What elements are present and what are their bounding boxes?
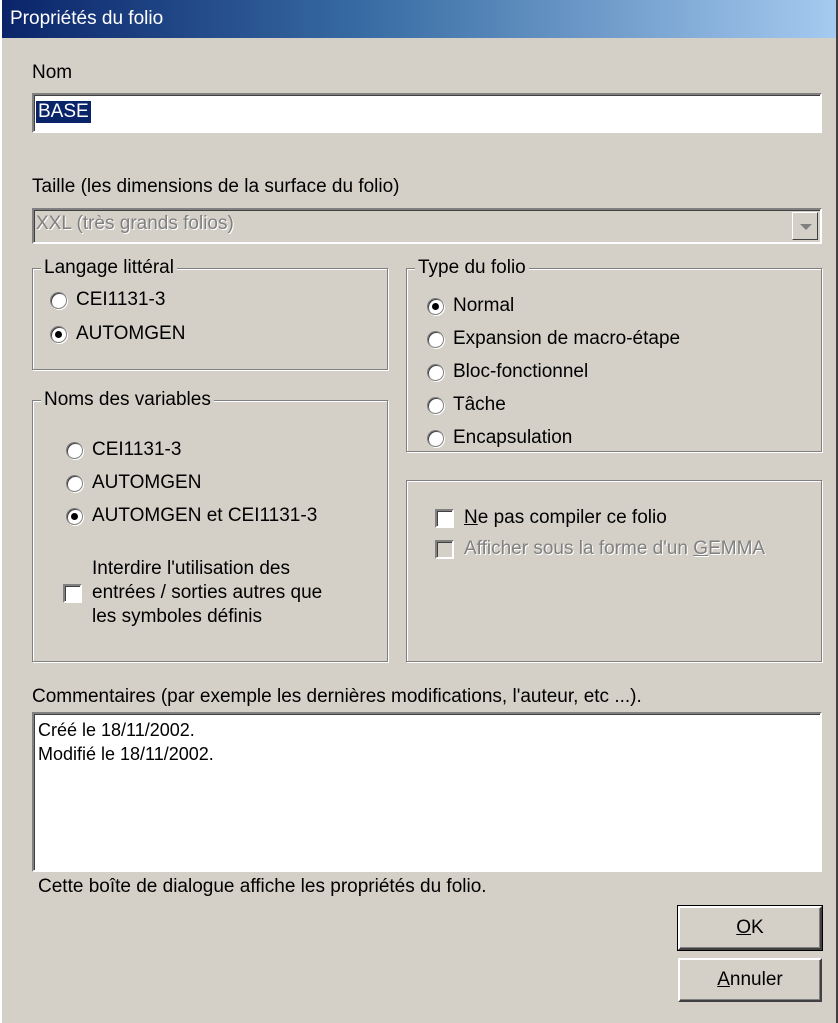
radio-type-function-block-label: Bloc-fonctionnel	[453, 361, 589, 382]
checkbox-disabled-icon	[435, 539, 454, 559]
radio-button-selected-icon	[50, 325, 67, 343]
radio-type-macro[interactable]: Expansion de macro-étape	[427, 328, 680, 350]
comment-line: Modifié le 18/11/2002.	[38, 744, 214, 764]
radio-literal-cei-label: CEI1131-3	[76, 289, 166, 310]
compile-options-group: Ne pas compiler ce folio Afficher sous l…	[406, 480, 822, 662]
radio-type-encapsulation[interactable]: Encapsulation	[427, 427, 572, 449]
window-title: Propriétés du folio	[10, 8, 164, 29]
folio-properties-dialog: Propriétés du folio Nom BASE Taille (les…	[0, 0, 838, 1023]
comments-textarea[interactable]: Créé le 18/11/2002. Modifié le 18/11/200…	[32, 712, 822, 872]
comment-line: Créé le 18/11/2002.	[38, 720, 195, 740]
dropdown-arrow-icon[interactable]	[792, 212, 818, 240]
radio-type-task[interactable]: Tâche	[427, 394, 506, 416]
radio-type-macro-label: Expansion de macro-étape	[453, 328, 681, 349]
no-compile-label: Ne pas compiler ce folio	[464, 507, 667, 528]
cancel-button[interactable]: Annuler	[678, 958, 822, 1002]
radio-literal-cei[interactable]: CEI1131-3	[50, 289, 165, 311]
radio-button-icon	[50, 291, 67, 309]
folio-type-title: Type du folio	[415, 257, 529, 279]
checkbox-icon	[63, 583, 82, 603]
radio-literal-automgen[interactable]: AUTOMGEN	[50, 323, 185, 345]
checkbox-icon	[435, 508, 454, 528]
literal-language-title: Langage littéral	[41, 257, 177, 279]
size-value: XXL (très grands folios)	[36, 213, 234, 234]
name-input[interactable]: BASE	[32, 93, 822, 133]
name-value: BASE	[36, 101, 91, 123]
radio-button-icon	[427, 330, 444, 348]
radio-type-normal-label: Normal	[453, 295, 515, 316]
radio-button-icon	[427, 396, 444, 414]
radio-literal-automgen-label: AUTOMGEN	[76, 323, 186, 344]
restrict-io-line2: entrées / sorties autres que	[92, 582, 323, 603]
size-select[interactable]: XXL (très grands folios)	[32, 208, 822, 244]
radio-button-selected-icon	[427, 297, 444, 315]
radio-type-task-label: Tâche	[453, 394, 506, 415]
radio-button-icon	[66, 441, 83, 459]
variable-names-title: Noms des variables	[41, 389, 214, 411]
status-text: Cette boîte de dialogue affiche les prop…	[38, 876, 487, 897]
radio-var-automgen-label: AUTOMGEN	[92, 472, 202, 493]
radio-type-encapsulation-label: Encapsulation	[453, 427, 573, 448]
radio-button-icon	[66, 474, 83, 492]
radio-var-automgen-cei-label: AUTOMGEN et CEI1131-3	[92, 505, 318, 526]
folio-type-group: Type du folio Normal Expansion de macro-…	[406, 257, 822, 452]
radio-button-icon	[427, 429, 444, 447]
radio-type-function-block[interactable]: Bloc-fonctionnel	[427, 361, 588, 383]
restrict-io-line3: les symboles définis	[92, 606, 263, 627]
gemma-label: Afficher sous la forme d'un GEMMA	[464, 538, 766, 559]
title-bar: Propriétés du folio	[2, 0, 836, 38]
name-label: Nom	[32, 62, 73, 83]
radio-button-icon	[427, 363, 444, 381]
size-label: Taille (les dimensions de la surface du …	[32, 176, 400, 197]
no-compile-checkbox[interactable]: Ne pas compiler ce folio	[435, 507, 667, 529]
restrict-io-line1: Interdire l'utilisation des	[92, 558, 290, 579]
radio-var-cei-label: CEI1131-3	[92, 439, 182, 460]
variable-names-group: Noms des variables CEI1131-3 AUTOMGEN AU…	[32, 389, 388, 662]
cancel-button-label: Annuler	[717, 969, 783, 990]
radio-button-selected-icon	[66, 507, 83, 525]
radio-type-normal[interactable]: Normal	[427, 295, 514, 317]
gemma-checkbox: Afficher sous la forme d'un GEMMA	[435, 538, 765, 560]
radio-var-automgen[interactable]: AUTOMGEN	[66, 472, 201, 494]
ok-button-label: OK	[736, 917, 764, 938]
restrict-io-checkbox[interactable]: Interdire l'utilisation des entrées / so…	[63, 557, 322, 629]
ok-button[interactable]: OK	[677, 905, 823, 951]
radio-var-cei[interactable]: CEI1131-3	[66, 439, 181, 461]
radio-var-automgen-cei[interactable]: AUTOMGEN et CEI1131-3	[66, 505, 317, 527]
comments-label: Commentaires (par exemple les dernières …	[32, 686, 642, 707]
literal-language-group: Langage littéral CEI1131-3 AUTOMGEN	[32, 257, 388, 370]
